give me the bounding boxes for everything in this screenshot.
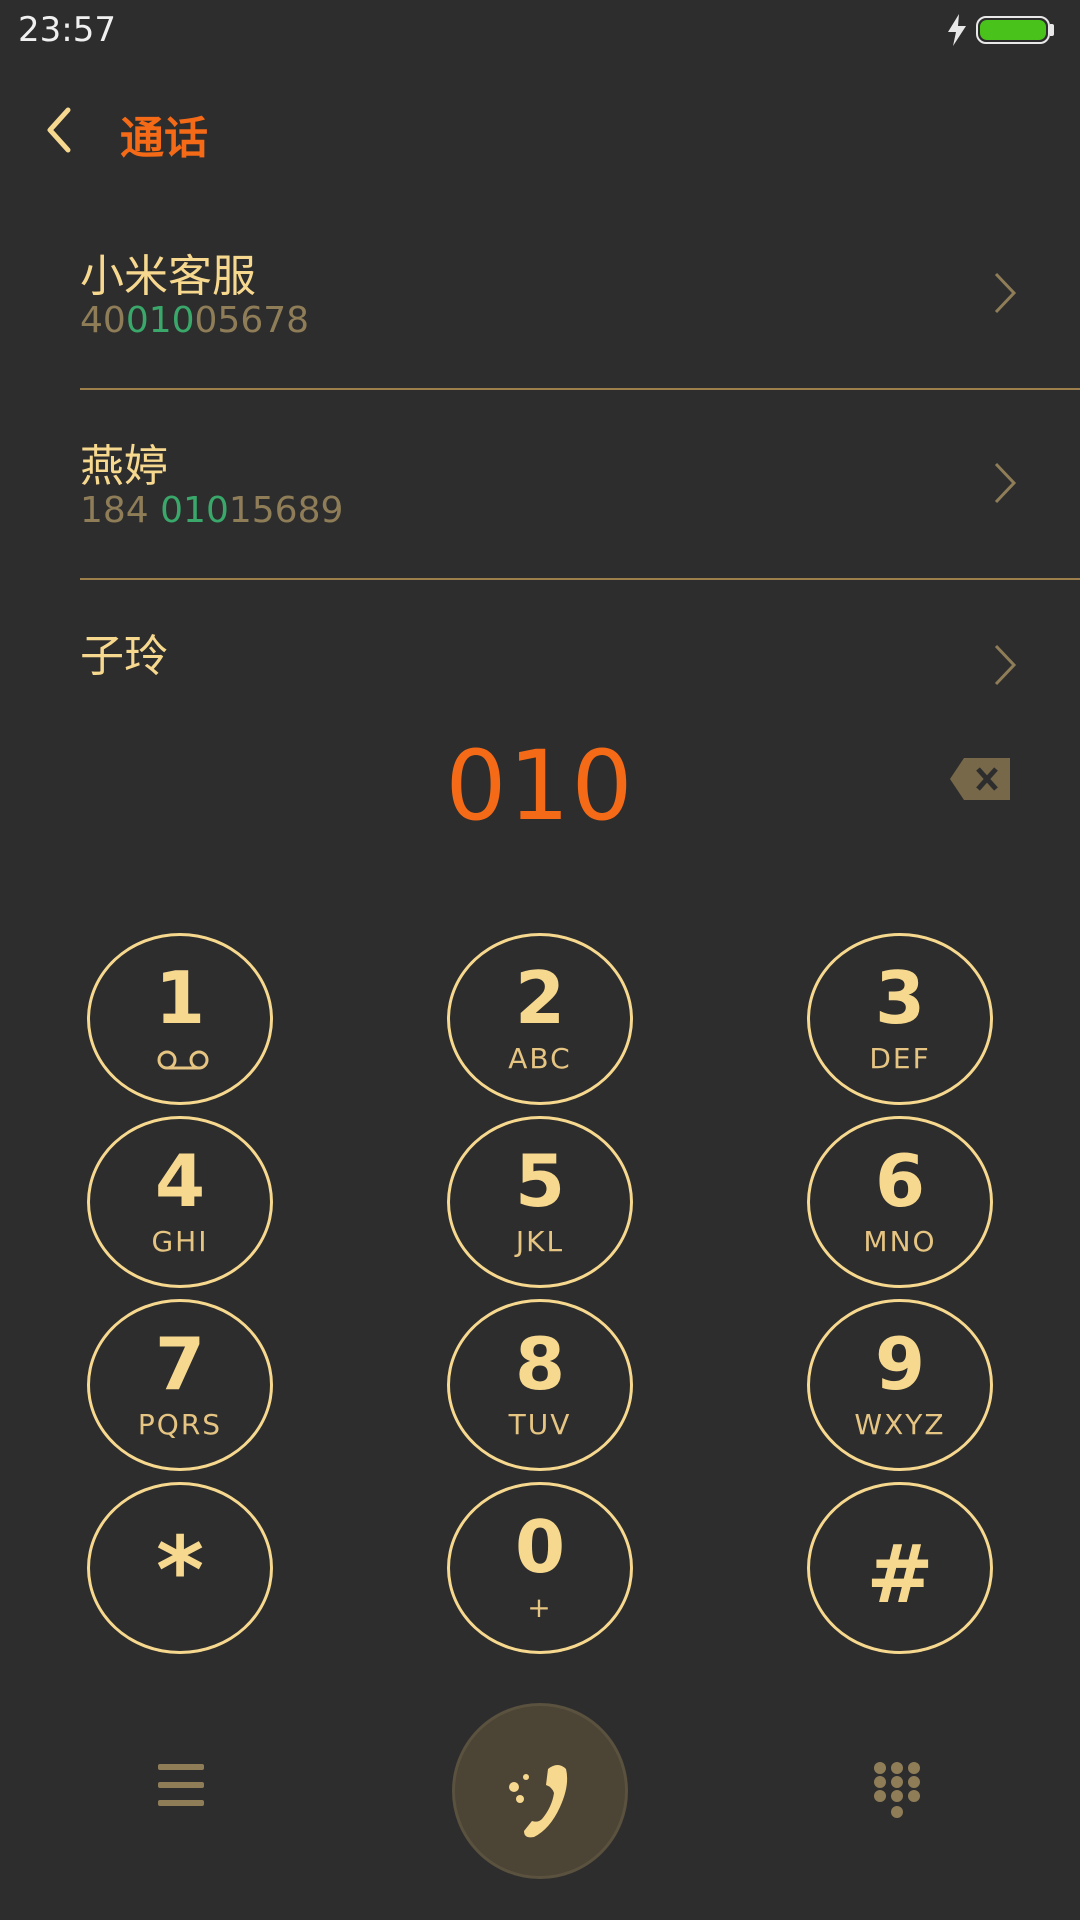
key-digit: 4 [154,1139,206,1223]
key-7[interactable]: 7 PQRS [87,1299,273,1471]
status-time: 23:57 [18,10,116,50]
key-1[interactable]: 1 [87,933,273,1105]
status-indicators [946,12,1066,48]
key-9[interactable]: 9 WXYZ [807,1299,993,1471]
status-bar: 23:57 [0,0,1080,62]
bottom-bar [0,1700,1080,1880]
contact-number: 4001005678 [80,300,309,341]
menu-button[interactable] [156,1762,206,1808]
number-prefix: 184 [80,490,161,531]
battery-fill [980,20,1046,40]
key-3[interactable]: 3 DEF [807,933,993,1105]
key-digit: 3 [874,956,926,1040]
keypad-toggle-button[interactable] [872,1760,922,1824]
key-6[interactable]: 6 MNO [807,1116,993,1288]
key-letters: MNO [863,1225,937,1258]
key-letters: WXYZ [854,1408,946,1441]
page-title: 通话 [120,113,208,164]
number-suffix: 15689 [228,490,344,531]
phone-call-icon [509,1765,568,1838]
key-hash[interactable]: # [807,1482,993,1654]
contact-item[interactable]: 燕婷 184 01015689 [80,390,1080,580]
header: 通话 [0,80,1080,180]
backspace-icon [950,758,1010,800]
battery-icon [976,16,1050,44]
contact-item[interactable]: 小米客服 4001005678 [80,200,1080,390]
chevron-right-icon [994,272,1017,314]
key-2[interactable]: 2 ABC [447,933,633,1105]
key-digit: 7 [154,1322,206,1406]
contact-list: 小米客服 4001005678 燕婷 184 01015689 子玲 [0,200,1080,730]
contact-name: 子玲 [80,631,168,682]
key-letters: TUV [508,1408,572,1441]
contact-name: 燕婷 [80,441,168,492]
chevron-right-icon [994,462,1017,504]
dialed-number: 010 [445,730,635,842]
key-digit: # [866,1528,934,1621]
key-letters: PQRS [137,1408,223,1441]
menu-icon [158,1764,204,1806]
number-match: 010 [160,490,229,531]
battery-cap [1050,24,1054,36]
number-prefix: 40 [80,300,126,341]
dialpad-icon [874,1762,920,1818]
key-5[interactable]: 5 JKL [447,1116,633,1288]
key-digit: 2 [514,956,566,1040]
number-match: 010 [125,300,195,341]
key-letters: GHI [151,1225,209,1258]
key-4[interactable]: 4 GHI [87,1116,273,1288]
backspace-button[interactable] [948,754,1014,804]
key-digit: * [155,1517,205,1624]
contact-item[interactable]: 子玲 [80,580,1080,730]
contact-name: 小米客服 [80,251,256,302]
key-letters: JKL [515,1225,565,1258]
key-digit: 6 [874,1139,926,1223]
key-star[interactable]: * [87,1482,273,1654]
key-letters: ABC [508,1042,572,1075]
key-digit: 8 [514,1322,566,1406]
back-button[interactable] [38,100,88,160]
lightning-bolt-icon [948,14,966,46]
key-digit: 1 [154,956,206,1040]
voicemail-icon [157,1050,209,1070]
number-suffix: 05678 [194,300,310,341]
key-letters: DEF [869,1042,931,1075]
chevron-left-icon [47,107,71,153]
key-digit: 0 [514,1505,566,1589]
call-button[interactable] [452,1703,628,1879]
key-0[interactable]: 0 + [447,1482,633,1654]
key-8[interactable]: 8 TUV [447,1299,633,1471]
key-digit: 5 [514,1139,566,1223]
key-letters: + [527,1591,553,1624]
contact-number: 184 01015689 [80,490,343,531]
chevron-right-icon [994,644,1017,686]
key-digit: 9 [874,1322,926,1406]
